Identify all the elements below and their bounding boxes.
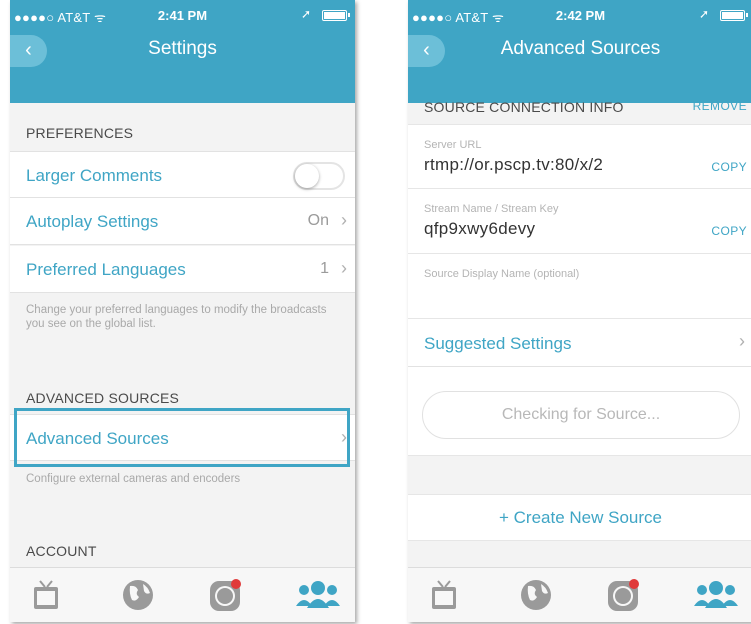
- globe-icon: [521, 580, 551, 610]
- tab-global[interactable]: [516, 576, 556, 614]
- battery-icon: [322, 10, 350, 21]
- globe-icon: [123, 580, 153, 610]
- checking-source-button[interactable]: Checking for Source...: [422, 391, 740, 439]
- stream-key-field: Stream Name / Stream Key qfp9xwy6devy CO…: [408, 189, 751, 254]
- server-url-field: Server URL rtmp://or.pscp.tv:80/x/2 COPY: [408, 124, 751, 189]
- create-new-source-button[interactable]: + Create New Source: [408, 494, 751, 541]
- tv-icon: [432, 580, 456, 609]
- status-bar: ●●●●○ AT&T ᯤ 2:42 PM ➚: [408, 0, 751, 30]
- tab-global[interactable]: [118, 576, 158, 614]
- tab-bar: [10, 567, 355, 622]
- row-autoplay-settings[interactable]: Autoplay Settings On ›: [10, 198, 355, 245]
- page-title: Settings: [148, 38, 217, 59]
- field-label: Server URL: [424, 139, 482, 151]
- tab-tv[interactable]: [424, 576, 464, 614]
- row-suggested-settings[interactable]: Suggested Settings ›: [408, 319, 751, 367]
- nav-bar: ●●●●○ AT&T ᯤ 2:42 PM ➚ ‹ Advanced Source…: [408, 0, 751, 103]
- row-label: Autoplay Settings: [26, 212, 159, 231]
- people-icon: [296, 581, 340, 608]
- toggle-knob: [295, 164, 319, 188]
- page-title: Advanced Sources: [500, 38, 661, 59]
- section-header-preferences: PREFERENCES: [26, 125, 134, 141]
- chevron-right-icon: ›: [341, 258, 347, 278]
- tv-icon: [34, 580, 58, 609]
- field-label: Stream Name / Stream Key: [424, 203, 559, 215]
- row-larger-comments: Larger Comments: [10, 151, 355, 198]
- row-value: On: [307, 212, 329, 229]
- tab-bar: [408, 567, 751, 622]
- larger-comments-toggle[interactable]: [293, 162, 345, 190]
- chevron-right-icon: ›: [341, 210, 347, 230]
- section-header-advanced-sources: ADVANCED SOURCES: [26, 390, 180, 406]
- remove-button[interactable]: REMOVE: [693, 99, 747, 113]
- row-label: Suggested Settings: [424, 334, 572, 353]
- tab-people[interactable]: [691, 576, 741, 614]
- nav-bar: ●●●●○ AT&T ᯤ 2:41 PM ➚ ‹ Settings: [10, 0, 355, 103]
- location-icon: ➚: [698, 7, 709, 21]
- row-label: Preferred Languages: [26, 260, 186, 279]
- status-bar: ●●●●○ AT&T ᯤ 2:41 PM ➚: [10, 0, 355, 30]
- display-name-placeholder: Source Display Name (optional): [424, 268, 580, 280]
- source-status-area: Checking for Source...: [408, 367, 751, 456]
- section-header-account: ACCOUNT: [26, 543, 97, 559]
- back-button[interactable]: ‹: [408, 35, 445, 67]
- server-url-value: rtmp://or.pscp.tv:80/x/2: [424, 155, 604, 174]
- advanced-footnote: Configure external cameras and encoders: [26, 473, 241, 485]
- advanced-sources-screen: ●●●●○ AT&T ᯤ 2:42 PM ➚ ‹ Advanced Source…: [408, 0, 751, 622]
- languages-footnote: Change your preferred languages to modif…: [26, 304, 327, 330]
- camera-icon: [210, 579, 241, 611]
- tab-broadcast[interactable]: [603, 576, 643, 614]
- tab-broadcast[interactable]: [205, 576, 245, 614]
- people-icon: [694, 581, 738, 608]
- display-name-field[interactable]: Source Display Name (optional): [408, 254, 751, 319]
- camera-icon: [608, 579, 639, 611]
- row-value: 1: [320, 260, 329, 277]
- row-label: Larger Comments: [26, 166, 163, 185]
- battery-icon: [720, 10, 748, 21]
- highlight-box: [14, 408, 350, 467]
- location-icon: ➚: [300, 7, 311, 21]
- copy-stream-key-button[interactable]: COPY: [711, 224, 747, 238]
- chevron-right-icon: ›: [739, 331, 745, 351]
- tab-people[interactable]: [293, 576, 343, 614]
- settings-screen: ●●●●○ AT&T ᯤ 2:41 PM ➚ ‹ Settings PREFER…: [10, 0, 355, 622]
- tab-tv[interactable]: [26, 576, 66, 614]
- row-preferred-languages[interactable]: Preferred Languages 1 ›: [10, 246, 355, 293]
- back-button[interactable]: ‹: [10, 35, 47, 67]
- copy-server-url-button[interactable]: COPY: [711, 160, 747, 174]
- stream-key-value: qfp9xwy6devy: [424, 219, 536, 238]
